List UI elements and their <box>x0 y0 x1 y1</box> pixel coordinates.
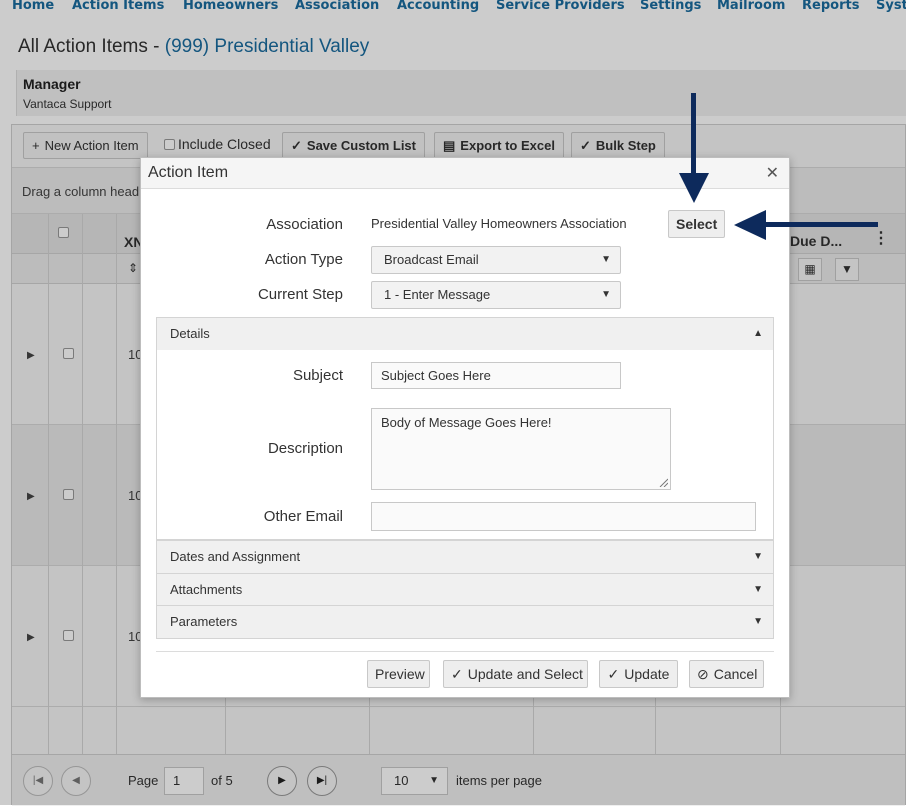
action-type-select[interactable]: Broadcast Email ▼ <box>371 246 621 274</box>
dates-assignment-header[interactable]: Dates and Assignment ▼ <box>157 541 773 573</box>
current-step-select[interactable]: 1 - Enter Message ▼ <box>371 281 621 309</box>
details-header-label: Details <box>170 326 210 341</box>
dialog-title: Action Item <box>148 164 229 181</box>
check-icon: ✓ <box>607 666 620 682</box>
down-arrow-annotation <box>679 93 709 203</box>
close-icon[interactable]: ✕ <box>766 163 779 183</box>
action-type-value: Broadcast Email <box>384 252 479 267</box>
chevron-down-icon: ▼ <box>753 584 763 595</box>
chevron-up-icon: ▲ <box>753 328 763 339</box>
association-label: Association <box>266 216 343 233</box>
update-button[interactable]: ✓ Update <box>599 660 678 688</box>
attachments-header[interactable]: Attachments ▼ <box>157 574 773 606</box>
dialog-divider <box>156 651 774 652</box>
chevron-down-icon: ▼ <box>753 551 763 562</box>
subject-label: Subject <box>292 367 343 384</box>
attachments-header-label: Attachments <box>170 582 243 597</box>
left-arrow-annotation <box>734 210 878 240</box>
parameters-panel: Parameters ▼ <box>156 605 774 639</box>
cancel-icon: ⊘ <box>697 666 709 682</box>
other-email-label: Other Email <box>263 508 343 525</box>
check-icon: ✓ <box>451 666 463 682</box>
subject-input[interactable]: Subject Goes Here <box>371 362 621 389</box>
select-association-button[interactable]: Select <box>668 210 726 238</box>
current-step-value: 1 - Enter Message <box>384 287 491 302</box>
action-type-label: Action Type <box>264 251 343 268</box>
description-value: Body of Message Goes Here! <box>381 415 552 430</box>
resize-grip-icon[interactable] <box>658 477 668 487</box>
preview-button[interactable]: Preview <box>367 660 430 688</box>
details-panel-header[interactable]: Details ▲ <box>157 318 773 350</box>
other-email-input[interactable] <box>371 502 756 531</box>
parameters-header-label: Parameters <box>170 614 238 629</box>
action-item-dialog: Action Item ✕ Association Presidential V… <box>140 157 790 698</box>
chevron-down-icon: ▼ <box>601 254 611 265</box>
update-and-select-label: Update and Select <box>467 666 583 682</box>
chevron-down-icon: ▼ <box>753 616 763 627</box>
description-label: Description <box>267 440 343 457</box>
description-textarea[interactable]: Body of Message Goes Here! <box>371 408 671 490</box>
chevron-down-icon: ▼ <box>601 289 611 300</box>
update-and-select-button[interactable]: ✓ Update and Select <box>443 660 588 688</box>
dates-header-label: Dates and Assignment <box>170 549 301 564</box>
cancel-button[interactable]: ⊘ Cancel <box>689 660 764 688</box>
update-label: Update <box>624 666 670 682</box>
parameters-header[interactable]: Parameters ▼ <box>157 606 773 638</box>
current-step-label: Current Step <box>257 286 343 303</box>
attachments-panel: Attachments ▼ <box>156 573 774 607</box>
association-value: Presidential Valley Homeowners Associati… <box>371 216 627 231</box>
cancel-label: Cancel <box>713 666 758 682</box>
dates-assignment-panel: Dates and Assignment ▼ <box>156 540 774 574</box>
